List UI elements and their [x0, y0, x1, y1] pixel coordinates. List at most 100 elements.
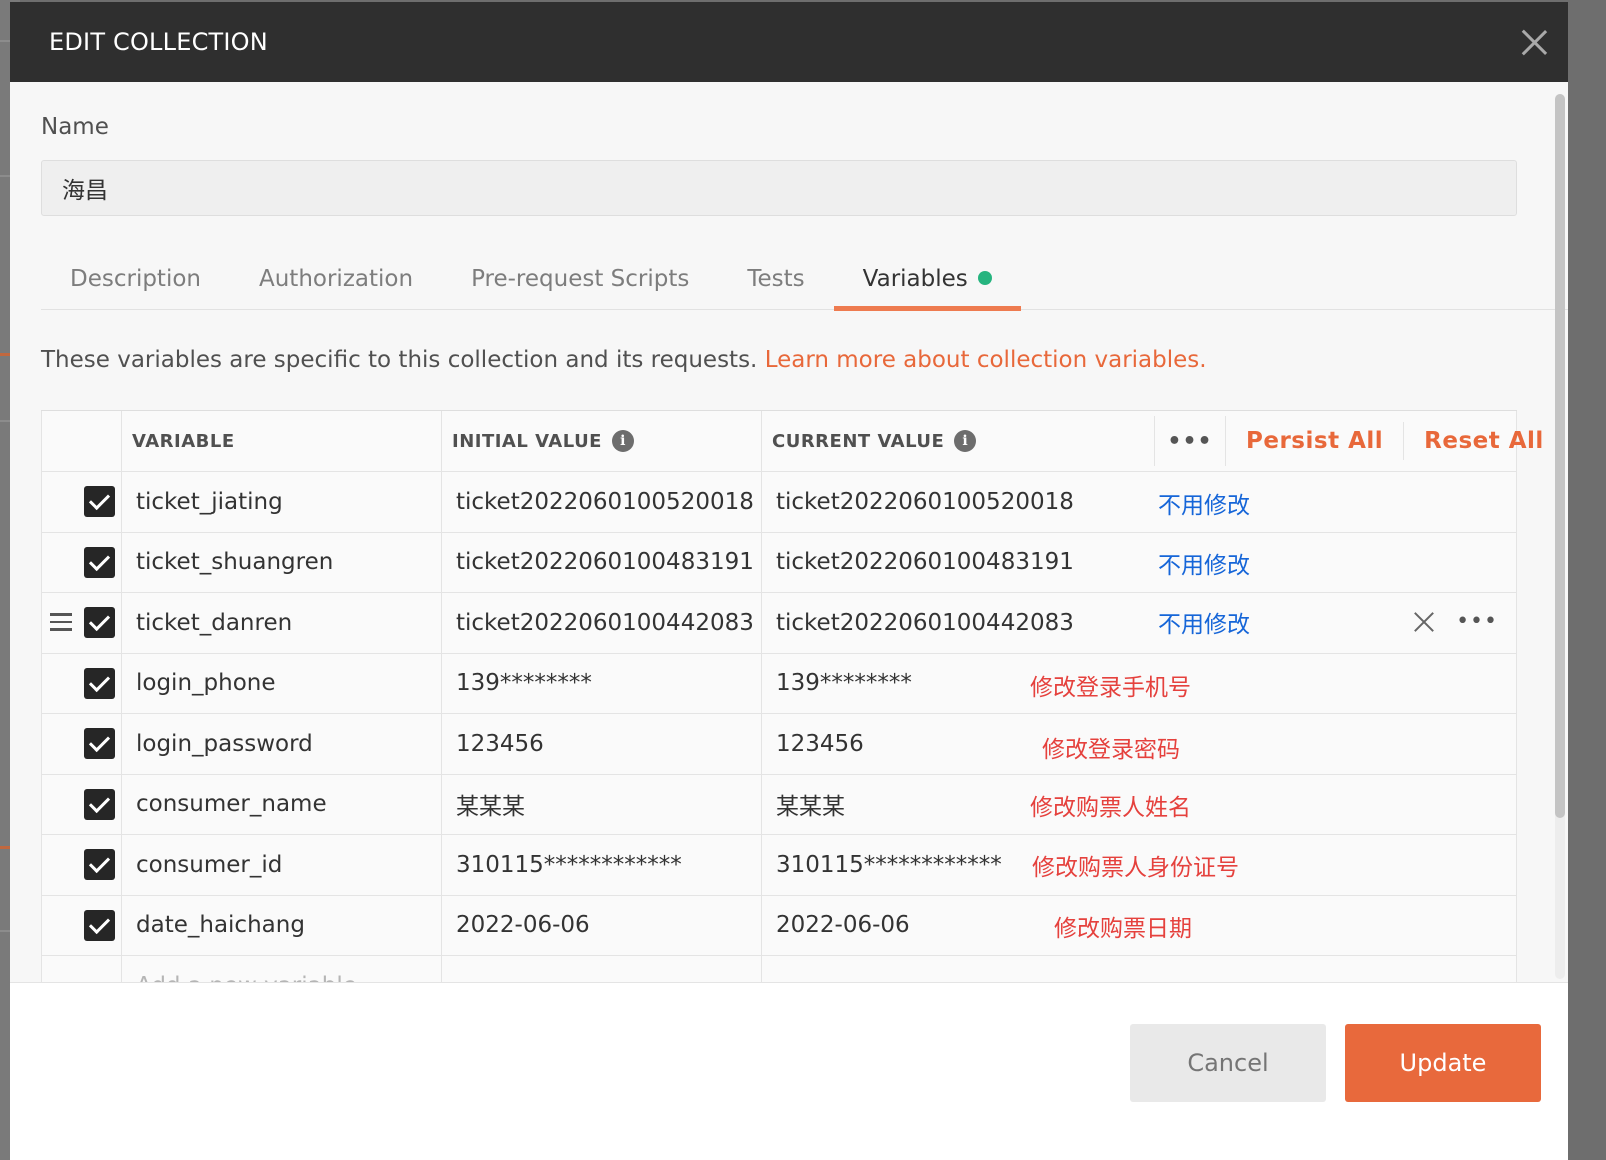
name-input[interactable]: 海昌	[41, 160, 1517, 216]
enabled-checkbox[interactable]	[84, 788, 115, 820]
variable-name-cell[interactable]: login_password	[121, 714, 441, 774]
annotation-note: 修改登录手机号	[1030, 674, 1191, 701]
scrollbar-thumb[interactable]	[1555, 94, 1565, 818]
initial-value-cell[interactable]: 139********	[441, 653, 761, 713]
table-header-row: VARIABLE INITIAL VALUE i CURRENT VALUE i •…	[41, 411, 1543, 472]
initial-value-cell[interactable]: 310115************	[441, 835, 761, 895]
header-initial-value: INITIAL VALUE i	[441, 411, 761, 471]
annotation-note: 修改购票日期	[1054, 915, 1192, 942]
enabled-checkbox[interactable]	[84, 486, 115, 518]
row-checkbox-cell	[41, 653, 121, 713]
modal-body[interactable]: Name 海昌 Description Authorization Pre-re…	[10, 82, 1568, 982]
current-value-text: ticket2022060100483191	[776, 549, 1074, 576]
cancel-button[interactable]: Cancel	[1130, 1024, 1326, 1102]
bulk-actions: ••• Persist All Reset All	[1154, 411, 1564, 471]
more-options-icon[interactable]: •••	[1154, 416, 1226, 466]
row-more-icon[interactable]: •••	[1456, 609, 1498, 634]
enabled-checkbox[interactable]	[84, 909, 115, 941]
tab-variables-label: Variables	[862, 266, 968, 292]
annotation-note: 修改购票人姓名	[1030, 794, 1191, 821]
header-initial-value-label: INITIAL VALUE	[452, 430, 602, 452]
annotation-note: 不用修改	[1158, 612, 1250, 638]
enabled-checkbox[interactable]	[84, 607, 115, 639]
current-value-text: 139********	[776, 670, 912, 697]
row-checkbox-cell	[41, 774, 121, 834]
variable-name-cell[interactable]: login_phone	[121, 653, 441, 713]
current-value-text: ticket2022060100442083	[776, 609, 1074, 636]
edit-collection-modal: EDIT COLLECTION Name 海昌 Description Auth…	[10, 2, 1568, 1160]
row-actions: •••	[1414, 609, 1498, 634]
current-value-text: 310115************	[776, 851, 1002, 878]
initial-value-cell[interactable]: ticket2022060100483191	[441, 532, 761, 592]
variable-name-cell[interactable]: ticket_jiating	[121, 472, 441, 532]
annotation-note: 不用修改	[1158, 493, 1250, 519]
header-current-value-label: CURRENT VALUE	[772, 430, 945, 452]
tab-authorization[interactable]: Authorization	[230, 254, 442, 310]
table-row: login_phone 139******** 139******** 修改登录手…	[41, 653, 1517, 714]
initial-value-cell[interactable]: 某某某	[441, 774, 761, 834]
current-value-cell[interactable]: 123456 修改登录密码	[761, 714, 1517, 774]
tab-tests[interactable]: Tests	[718, 254, 833, 310]
row-checkbox-cell	[41, 714, 121, 774]
annotation-note: 修改购票人身份证号	[1032, 855, 1239, 881]
update-button[interactable]: Update	[1345, 1024, 1541, 1102]
name-label: Name	[41, 114, 109, 140]
persist-all-button[interactable]: Persist All	[1226, 421, 1403, 461]
table-row: ticket_danren ticket2022060100442083 tic…	[41, 593, 1517, 654]
initial-value-cell[interactable]: 123456	[441, 714, 761, 774]
current-value-cell[interactable]	[761, 956, 1517, 982]
current-value-text: 123456	[776, 730, 864, 757]
enabled-checkbox[interactable]	[84, 667, 115, 699]
enabled-checkbox[interactable]	[84, 728, 115, 760]
header-current-value: CURRENT VALUE i ••• Persist All Reset All	[761, 411, 1543, 471]
info-icon[interactable]: i	[611, 430, 634, 452]
variables-description-text: These variables are specific to this col…	[41, 347, 758, 373]
variable-name-cell[interactable]: date_haichang	[121, 895, 441, 955]
current-value-cell[interactable]: 310115************ 修改购票人身份证号	[761, 835, 1517, 895]
modal-footer: Cancel Update	[10, 982, 1568, 1160]
current-value-text: 某某某	[776, 794, 845, 821]
header-variable-label: VARIABLE	[132, 430, 235, 452]
annotation-note: 修改登录密码	[1042, 737, 1180, 763]
table-row: ticket_shuangren ticket2022060100483191 …	[41, 532, 1517, 593]
variables-table: VARIABLE INITIAL VALUE i CURRENT VALUE i •…	[41, 410, 1543, 982]
row-checkbox-cell	[41, 835, 121, 895]
new-variable-input[interactable]: Add a new variable	[121, 956, 441, 982]
new-variable-row: Add a new variable	[41, 956, 1517, 982]
current-value-cell[interactable]: ticket2022060100520018 不用修改	[761, 472, 1517, 532]
tab-variables[interactable]: Variables	[833, 254, 1021, 311]
reset-all-button[interactable]: Reset All	[1404, 421, 1564, 461]
variable-name-cell[interactable]: ticket_shuangren	[121, 532, 441, 592]
drag-handle-icon[interactable]	[50, 613, 72, 631]
initial-value-cell[interactable]: ticket2022060100442083	[441, 593, 761, 653]
annotation-note: 不用修改	[1158, 552, 1250, 579]
enabled-checkbox[interactable]	[84, 546, 115, 578]
learn-more-link[interactable]: Learn more about collection variables.	[765, 347, 1207, 373]
info-icon[interactable]: i	[954, 430, 977, 452]
row-checkbox-cell	[41, 956, 121, 982]
tab-pre-request-scripts[interactable]: Pre-request Scripts	[442, 254, 718, 310]
enabled-checkbox[interactable]	[84, 849, 115, 881]
table-row: consumer_id 310115************ 310115***…	[41, 835, 1517, 896]
initial-value-cell[interactable]: 2022-06-06	[441, 895, 761, 955]
variable-name-cell[interactable]: ticket_danren	[121, 593, 441, 653]
initial-value-cell[interactable]	[441, 956, 761, 982]
variable-name-cell[interactable]: consumer_name	[121, 774, 441, 834]
initial-value-cell[interactable]: ticket2022060100520018	[441, 472, 761, 532]
header-checkbox-cell	[41, 411, 121, 471]
tab-bar: Description Authorization Pre-request Sc…	[41, 254, 1568, 311]
tab-description[interactable]: Description	[41, 254, 230, 310]
current-value-cell[interactable]: 139******** 修改登录手机号	[761, 653, 1517, 713]
modal-title: EDIT COLLECTION	[49, 28, 268, 56]
current-value-cell[interactable]: 某某某 修改购票人姓名	[761, 774, 1517, 834]
current-value-cell[interactable]: 2022-06-06 修改购票日期	[761, 895, 1517, 955]
row-checkbox-cell	[41, 472, 121, 532]
current-value-cell[interactable]: ticket2022060100442083 不用修改 •••	[761, 593, 1517, 653]
close-icon[interactable]	[1520, 28, 1548, 56]
table-row: login_password 123456 123456 修改登录密码	[41, 714, 1517, 775]
current-value-text: 2022-06-06	[776, 912, 910, 939]
current-value-text: ticket2022060100520018	[776, 488, 1074, 515]
delete-row-icon[interactable]	[1414, 612, 1434, 632]
current-value-cell[interactable]: ticket2022060100483191 不用修改	[761, 532, 1517, 592]
variable-name-cell[interactable]: consumer_id	[121, 835, 441, 895]
